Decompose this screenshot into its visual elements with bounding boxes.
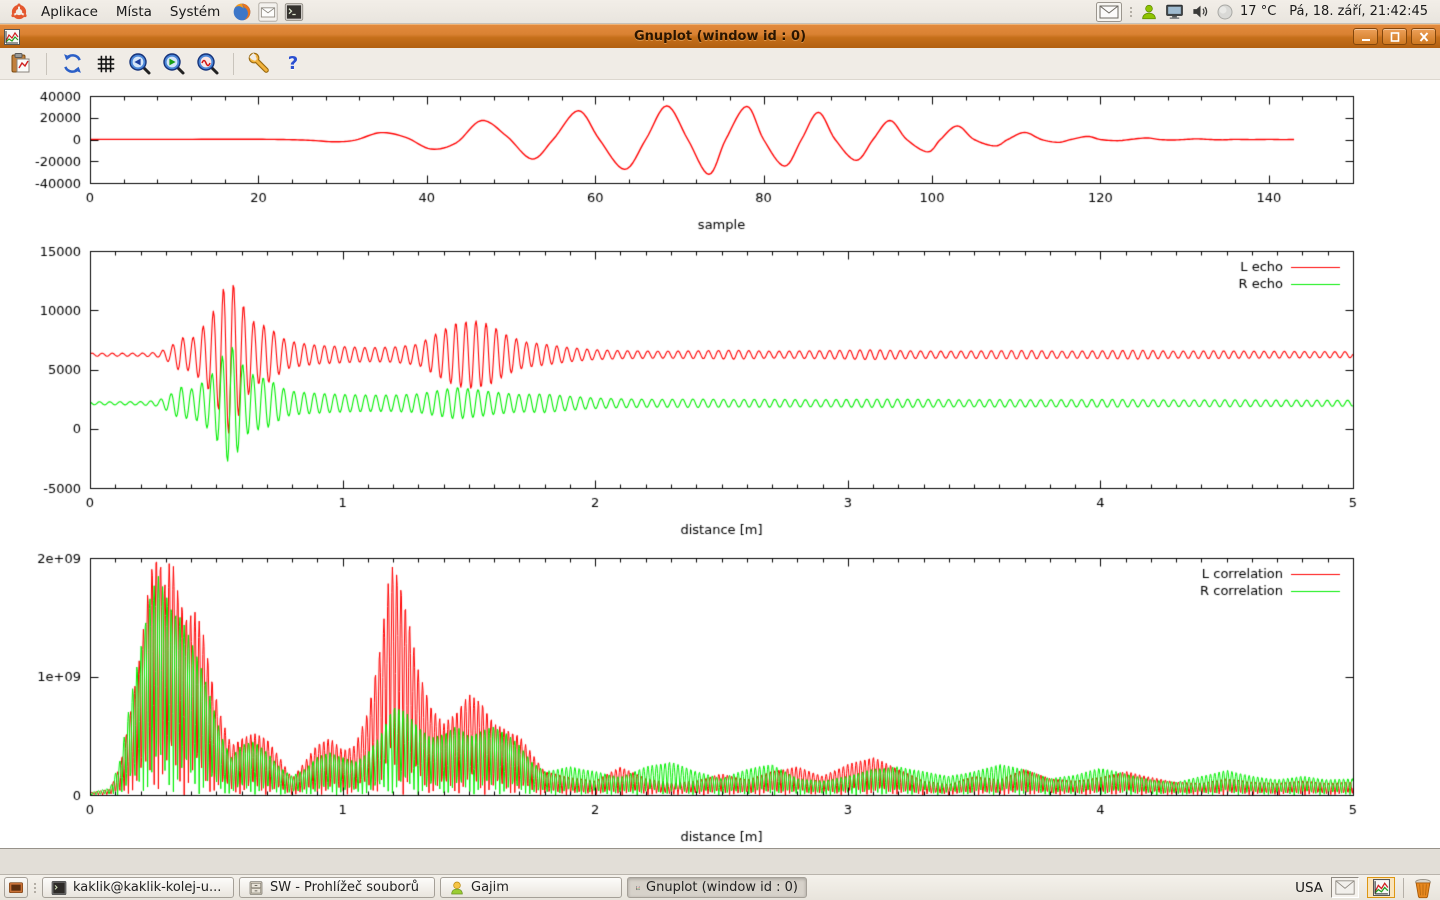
gnome-panel: Aplikace Místa Systém	[0, 0, 1440, 24]
taskbar-item-file-browser[interactable]: SW - Prohlížeč souborů	[239, 877, 435, 898]
desktop-background-strip	[0, 848, 1440, 874]
tray-grip-handle[interactable]	[1129, 7, 1133, 17]
keyboard-layout-indicator[interactable]: USA	[1295, 880, 1323, 896]
volume-icon[interactable]	[1191, 2, 1210, 21]
menu-applications[interactable]: Aplikace	[32, 0, 107, 24]
grid-icon[interactable]	[93, 51, 119, 77]
window-title: Gnuplot (window id : 0)	[0, 29, 1440, 44]
taskbar-item-label: SW - Prohlížeč souborů	[270, 880, 419, 895]
ubuntu-logo-icon[interactable]	[8, 1, 30, 23]
mail-notification-icon[interactable]	[1096, 2, 1122, 22]
gnuplot-toolbar: ?	[0, 48, 1440, 80]
taskbar-grip-handle[interactable]	[33, 883, 37, 893]
minimize-button[interactable]	[1353, 28, 1378, 45]
taskbar-item-terminal[interactable]: kaklik@kaklik-kolej-u...	[42, 877, 234, 898]
help-icon[interactable]: ?	[280, 51, 306, 77]
clock[interactable]: Pá, 18. září, 21:42:45	[1289, 4, 1428, 19]
temperature-label[interactable]: 17 °C	[1240, 4, 1276, 19]
mail-launcher-icon[interactable]	[257, 1, 279, 23]
terminal-launcher-icon[interactable]	[283, 1, 305, 23]
settings-wrench-icon[interactable]	[246, 51, 272, 77]
show-desktop-button[interactable]	[4, 877, 28, 898]
maximize-button[interactable]	[1382, 28, 1407, 45]
mail-tray-icon[interactable]	[1331, 877, 1359, 898]
taskbar-item-label: kaklik@kaklik-kolej-u...	[73, 880, 221, 895]
gnuplot-canvas[interactable]	[0, 80, 1440, 848]
copy-to-clipboard-icon[interactable]	[8, 51, 34, 77]
menu-system[interactable]: Systém	[161, 0, 229, 24]
taskbar-item-gnuplot[interactable]: Gnuplot (window id : 0)	[627, 877, 807, 898]
menu-places[interactable]: Místa	[107, 0, 161, 24]
trash-icon[interactable]	[1412, 877, 1434, 899]
taskbar-item-label: Gajim	[471, 880, 509, 895]
zoom-previous-icon[interactable]	[127, 51, 153, 77]
replot-icon[interactable]	[59, 51, 85, 77]
taskbar-separator	[1403, 878, 1404, 898]
taskbar-item-label: Gnuplot (window id : 0)	[646, 880, 798, 895]
display-icon[interactable]	[1165, 2, 1184, 21]
toolbar-separator	[233, 53, 234, 75]
firefox-icon[interactable]	[231, 1, 253, 23]
gnuplot-plot-area	[0, 80, 1440, 848]
user-switcher-icon[interactable]	[1140, 3, 1158, 21]
zoom-reset-icon[interactable]	[195, 51, 221, 77]
toolbar-separator	[46, 53, 47, 75]
close-button[interactable]	[1411, 28, 1436, 45]
zoom-next-icon[interactable]	[161, 51, 187, 77]
taskbar-item-gajim[interactable]: Gajim	[440, 877, 622, 898]
weather-icon[interactable]	[1217, 4, 1233, 20]
window-titlebar[interactable]: Gnuplot (window id : 0)	[0, 24, 1440, 48]
gnuplot-tray-icon[interactable]	[1367, 877, 1395, 898]
bottom-taskbar: kaklik@kaklik-kolej-u... SW - Prohlížeč …	[0, 874, 1440, 900]
